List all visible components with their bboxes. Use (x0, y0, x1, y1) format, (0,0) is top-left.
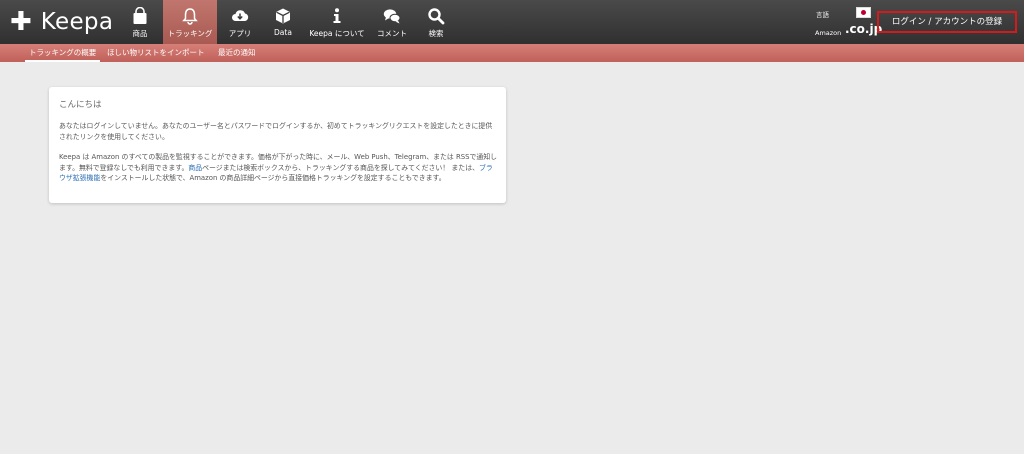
shopping-bag-icon (133, 7, 147, 24)
nav-apps-label: アプリ (228, 29, 252, 38)
nav-data[interactable]: Data (268, 0, 298, 44)
nav-tracking[interactable]: トラッキング (163, 0, 217, 44)
description-text: ページまたは検索ボックスから、トラッキングする商品を探してみてください！ または… (202, 163, 479, 172)
amazon-label: Amazon (815, 29, 842, 37)
nav-about[interactable]: Keepa について (306, 0, 368, 44)
nav-comments-label: コメント (377, 29, 407, 38)
japan-flag-icon[interactable] (856, 7, 871, 18)
products-link[interactable]: 商品 (188, 164, 202, 172)
cube-icon (276, 8, 290, 24)
search-icon (428, 8, 445, 25)
subnav-import-wishlist[interactable]: ほしい物リストをインポート (107, 44, 205, 62)
nav-search[interactable]: 検索 (421, 0, 451, 44)
top-navigation-bar: ✚ Keepa 商品 トラッキング アプリ Data Keepa について コメ… (0, 0, 1024, 44)
nav-comments[interactable]: コメント (374, 0, 410, 44)
nav-products[interactable]: 商品 (125, 0, 155, 44)
comments-icon (383, 9, 401, 24)
info-card: こんにちは あなたはログインしていません。あなたのユーザー名とパスワードでログイ… (49, 87, 506, 203)
nav-tracking-label: トラッキング (167, 29, 213, 38)
keepa-description: Keepa は Amazon のすべての製品を監視することができます。価格が下が… (59, 152, 499, 184)
nav-apps[interactable]: アプリ (224, 0, 256, 44)
bell-icon (182, 8, 198, 25)
nav-data-label: Data (274, 28, 292, 37)
greeting-heading: こんにちは (59, 100, 102, 110)
logo-text: Keepa (40, 9, 114, 35)
cloud-download-icon (232, 10, 249, 21)
login-notice: あなたはログインしていません。あなたのユーザー名とパスワードでログインするか、初… (59, 122, 493, 141)
keepa-logo[interactable]: ✚ Keepa (10, 8, 113, 36)
nav-products-label: 商品 (132, 29, 148, 38)
language-label: 言語 (816, 11, 829, 19)
plus-icon: ✚ (10, 7, 32, 37)
nav-about-label: Keepa について (309, 29, 365, 38)
info-icon (333, 8, 341, 23)
subnav-recent-notifications[interactable]: 最近の通知 (218, 44, 256, 62)
nav-search-label: 検索 (428, 29, 444, 38)
subnav-tracking-overview[interactable]: トラッキングの概要 (24, 44, 101, 62)
description-text: をインストールした状態で、Amazon の商品詳細ページから直接価格トラッキング… (100, 174, 446, 182)
tracking-subnav: トラッキングの概要 ほしい物リストをインポート 最近の通知 (0, 44, 1024, 62)
login-register-button[interactable]: ログイン / アカウントの登録 (877, 11, 1017, 33)
